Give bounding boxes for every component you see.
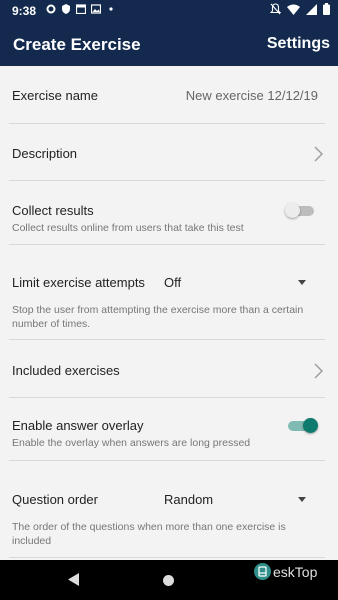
dropdown-caret-icon[interactable] [298,280,306,285]
chevron-right-icon [314,146,323,162]
watermark-text: eskTop [273,563,318,580]
shield-icon [62,4,70,14]
status-bar: 9:38 [0,0,338,22]
question-order-label: Question order [12,492,98,507]
divider [9,557,325,558]
answer-overlay-description: Enable the overlay when answers are long… [12,437,251,449]
answer-overlay-row[interactable]: Enable answer overlay Enable the overlay… [0,398,338,460]
included-exercises-row[interactable]: Included exercises [0,340,338,397]
signal-icon [306,3,317,15]
back-icon[interactable] [68,573,80,586]
status-time: 9:38 [12,4,37,18]
question-order-description: The order of the questions when more tha… [12,521,286,547]
wifi-icon [287,4,300,15]
dropdown-caret-icon[interactable] [298,497,306,502]
limit-attempts-description: Stop the user from attempting the exerci… [12,304,304,330]
included-exercises-label: Included exercises [12,363,120,378]
image-icon [91,4,101,14]
battery-icon [323,3,330,15]
limit-attempts-row: Limit exercise attempts Off Stop the use… [0,245,338,339]
limit-attempts-select[interactable]: Off [164,275,181,290]
collect-results-row[interactable]: Collect results Collect results online f… [0,181,338,244]
question-order-row: Question order Random The order of the q… [0,461,338,557]
settings-button[interactable]: Settings [267,35,330,53]
dot-icon [109,7,113,11]
collect-results-description: Collect results online from users that t… [12,222,244,234]
collect-results-label: Collect results [12,203,94,218]
exercise-name-row[interactable]: Exercise name New exercise 12/12/19 [0,66,338,123]
mute-icon [270,3,281,15]
status-icons-left [46,4,116,14]
question-order-select[interactable]: Random [164,492,213,507]
watermark: eskTop [254,563,317,580]
status-icons-right [270,3,330,15]
calendar-icon [76,4,86,14]
collect-results-toggle[interactable] [285,203,300,218]
exercise-name-field[interactable]: New exercise 12/12/19 [186,88,318,103]
chevron-right-icon [314,363,323,379]
exercise-name-label: Exercise name [12,88,98,103]
limit-attempts-label: Limit exercise attempts [12,275,145,290]
description-label: Description [12,146,78,161]
answer-overlay-label: Enable answer overlay [12,418,144,433]
home-icon[interactable] [163,575,174,586]
gear-icon [46,4,56,14]
description-row[interactable]: Description [0,124,338,180]
page-title: Create Exercise [13,35,141,54]
answer-overlay-toggle[interactable] [303,418,318,433]
settings-list: Exercise name New exercise 12/12/19 Desc… [0,66,338,560]
watermark-logo-icon [254,563,271,580]
app-bar: Create Exercise Settings [0,22,338,66]
